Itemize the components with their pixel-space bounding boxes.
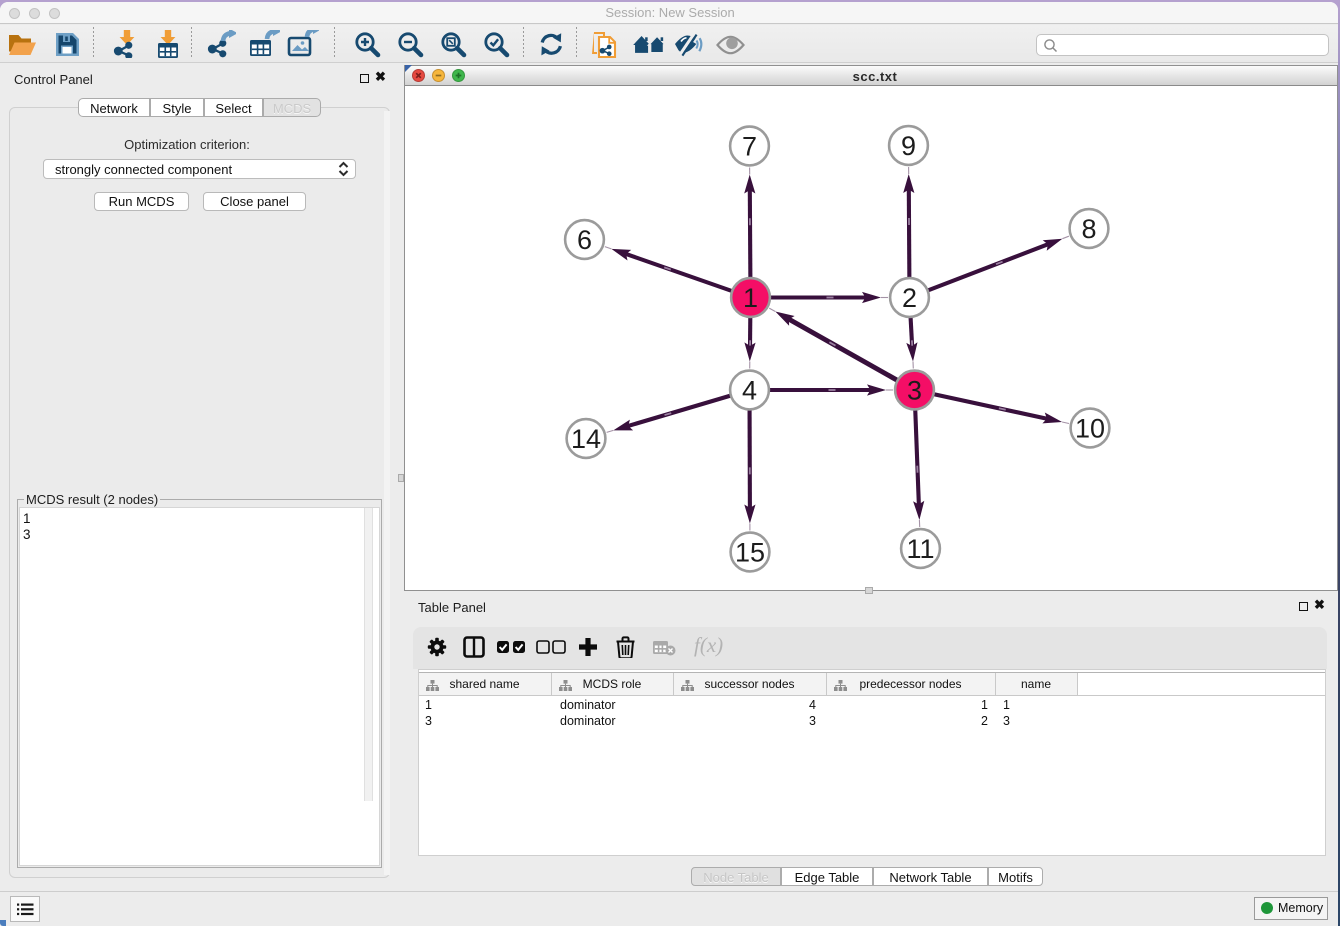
svg-text:9: 9 — [901, 131, 916, 161]
svg-text:6: 6 — [577, 225, 592, 255]
svg-text:7: 7 — [742, 132, 757, 162]
svg-text:11: 11 — [906, 534, 934, 564]
svg-text:1: 1 — [743, 283, 758, 313]
svg-text:3: 3 — [907, 376, 922, 406]
svg-text:14: 14 — [571, 424, 601, 454]
svg-text:15: 15 — [735, 538, 765, 568]
svg-text:4: 4 — [742, 376, 757, 406]
svg-text:8: 8 — [1081, 214, 1096, 244]
svg-text:10: 10 — [1075, 414, 1105, 444]
svg-text:2: 2 — [902, 283, 917, 313]
